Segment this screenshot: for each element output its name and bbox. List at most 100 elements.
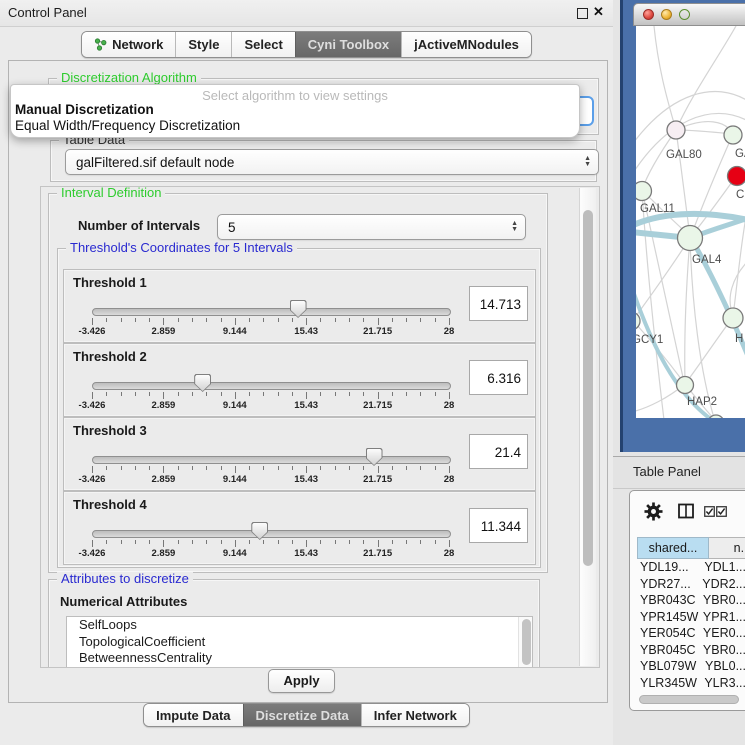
tab-label: jActiveMNodules bbox=[414, 37, 519, 52]
checkbox-checked-icon[interactable] bbox=[716, 506, 727, 517]
table-data-box: Table Data galFiltered.sif default node … bbox=[50, 140, 597, 182]
slider-tick bbox=[149, 392, 150, 396]
threshold-2-value-field[interactable]: 6.316 bbox=[469, 360, 528, 395]
threshold-3-value-field[interactable]: 21.4 bbox=[469, 434, 528, 469]
threshold-label: Threshold 1 bbox=[73, 275, 147, 290]
tab-label: Style bbox=[188, 37, 219, 52]
float-window-icon[interactable] bbox=[577, 8, 588, 19]
slider-tick bbox=[363, 318, 364, 322]
network-edge[interactable] bbox=[654, 26, 676, 130]
slider-tick bbox=[449, 318, 450, 325]
tab-label: Network bbox=[112, 37, 163, 52]
table-row[interactable]: YIL052CYIL0... bbox=[637, 691, 745, 694]
slider-tick bbox=[135, 540, 136, 544]
cell-shared-name: YDR27... bbox=[637, 576, 702, 593]
slider-track[interactable] bbox=[92, 456, 451, 464]
number-of-intervals-combobox[interactable]: 5 ▲▼ bbox=[217, 214, 526, 240]
column-header-name[interactable]: n... bbox=[709, 537, 745, 559]
network-node-gal4[interactable] bbox=[678, 226, 703, 251]
bottom-tab-discretize-data[interactable]: Discretize Data bbox=[243, 704, 361, 726]
slider-tick bbox=[449, 466, 450, 473]
column-header-shared-name[interactable]: shared... bbox=[637, 537, 709, 559]
slider-track[interactable] bbox=[92, 530, 451, 538]
attributes-scrollbar-thumb[interactable] bbox=[522, 619, 531, 665]
close-icon[interactable]: ✕ bbox=[593, 4, 604, 20]
dropdown-option-equal-width-frequency[interactable]: Equal Width/Frequency Discretization bbox=[15, 118, 240, 133]
slider-tick-label: 15.43 bbox=[294, 474, 318, 485]
network-edge[interactable] bbox=[685, 238, 690, 382]
attribute-list-item[interactable]: SelfLoops bbox=[67, 617, 532, 634]
tab-style[interactable]: Style bbox=[175, 32, 231, 57]
slider-tick bbox=[92, 540, 93, 547]
checkbox-checked-icon[interactable] bbox=[704, 506, 715, 517]
table-panel-title: Table Panel bbox=[633, 464, 701, 479]
slider-tick bbox=[149, 318, 150, 322]
network-node-label: GAL80 bbox=[666, 149, 702, 161]
slider-tick bbox=[378, 540, 379, 547]
network-node-h[interactable] bbox=[723, 308, 743, 328]
slider-track[interactable] bbox=[92, 308, 451, 316]
bottom-tab-infer-network[interactable]: Infer Network bbox=[361, 704, 469, 726]
slider-tick bbox=[235, 318, 236, 325]
slider-tick bbox=[292, 392, 293, 396]
tab-cyni-toolbox[interactable]: Cyni Toolbox bbox=[295, 32, 401, 57]
attributes-box: Attributes to discretize Numerical Attri… bbox=[48, 579, 540, 668]
dropdown-option-manual-discretization[interactable]: Manual Discretization bbox=[15, 102, 154, 117]
slider-tick bbox=[149, 466, 150, 470]
threshold-3-group: Threshold 3-3.4262.8599.14415.4321.71528… bbox=[63, 417, 536, 491]
attribute-list-item[interactable]: TopologicalCoefficient bbox=[67, 634, 532, 651]
attributes-scrollbar-track[interactable] bbox=[518, 617, 532, 668]
slider-tick bbox=[92, 466, 93, 473]
settings-scrollbar-thumb[interactable] bbox=[583, 210, 593, 566]
minimize-traffic-light[interactable] bbox=[661, 9, 672, 20]
zoom-traffic-light[interactable] bbox=[679, 9, 690, 20]
table-data-combobox[interactable]: galFiltered.sif default node ▲▼ bbox=[65, 149, 599, 175]
slider-tick bbox=[106, 466, 107, 470]
network-node-gal80[interactable] bbox=[667, 121, 685, 139]
thresholds-title: Threshold's Coordinates for 5 Intervals bbox=[66, 241, 297, 255]
network-edge[interactable] bbox=[730, 261, 745, 315]
tab-select[interactable]: Select bbox=[231, 32, 294, 57]
table-row[interactable]: YER054CYER0... bbox=[637, 625, 745, 642]
attribute-list-item[interactable]: BetweennessCentrality bbox=[67, 650, 532, 667]
threshold-1-value-field[interactable]: 14.713 bbox=[469, 286, 528, 321]
settings-scrollbar-track[interactable] bbox=[579, 188, 596, 666]
slider-tick bbox=[335, 318, 336, 322]
slider-tick bbox=[406, 318, 407, 322]
cell-name: YPR1... bbox=[703, 609, 745, 626]
slider-track[interactable] bbox=[92, 382, 451, 390]
bottom-tab-impute-data[interactable]: Impute Data bbox=[144, 704, 242, 726]
table-row[interactable]: YDL19...YDL1... bbox=[637, 559, 745, 576]
table-horizontal-scrollbar[interactable] bbox=[639, 695, 739, 704]
cell-shared-name: YIL052C bbox=[637, 691, 710, 694]
network-node-hap2[interactable] bbox=[677, 377, 694, 394]
numerical-attributes-list[interactable]: SelfLoopsTopologicalCoefficientBetweenne… bbox=[66, 616, 533, 668]
table-row[interactable]: YBR045CYBR0... bbox=[637, 642, 745, 659]
slider-tick-label: 9.144 bbox=[223, 400, 247, 411]
network-node-ga[interactable] bbox=[724, 126, 742, 144]
table-row[interactable]: YDR27...YDR2... bbox=[637, 576, 745, 593]
slider-tick bbox=[363, 466, 364, 470]
column-split-icon[interactable] bbox=[678, 503, 694, 519]
network-edge[interactable] bbox=[676, 130, 690, 237]
network-edge[interactable] bbox=[636, 238, 690, 316]
cell-shared-name: YBL079W bbox=[637, 658, 705, 675]
table-row[interactable]: YBR043CYBR0... bbox=[637, 592, 745, 609]
network-canvas[interactable]: GAL80GACGAL11GAL4GCY1HHAP2 bbox=[636, 26, 745, 418]
slider-tick bbox=[121, 540, 122, 544]
apply-button[interactable]: Apply bbox=[268, 669, 335, 693]
tab-network[interactable]: Network bbox=[82, 32, 175, 57]
network-node-gal11[interactable] bbox=[636, 182, 652, 201]
network-node-c[interactable] bbox=[728, 167, 745, 186]
threshold-4-value-field[interactable]: 11.344 bbox=[469, 508, 528, 543]
network-edge[interactable] bbox=[688, 317, 733, 380]
slider-tick-label: 15.43 bbox=[294, 400, 318, 411]
table-row[interactable]: YPR145WYPR1... bbox=[637, 609, 745, 626]
close-traffic-light[interactable] bbox=[643, 9, 654, 20]
gear-icon[interactable] bbox=[644, 502, 663, 521]
table-row[interactable]: YBL079WYBL0... bbox=[637, 658, 745, 675]
table-row[interactable]: YLR345WYLR3... bbox=[637, 675, 745, 692]
slider-tick bbox=[135, 318, 136, 322]
cell-name: YIL0... bbox=[710, 691, 745, 694]
tab-jactivemnodules[interactable]: jActiveMNodules bbox=[401, 32, 531, 57]
